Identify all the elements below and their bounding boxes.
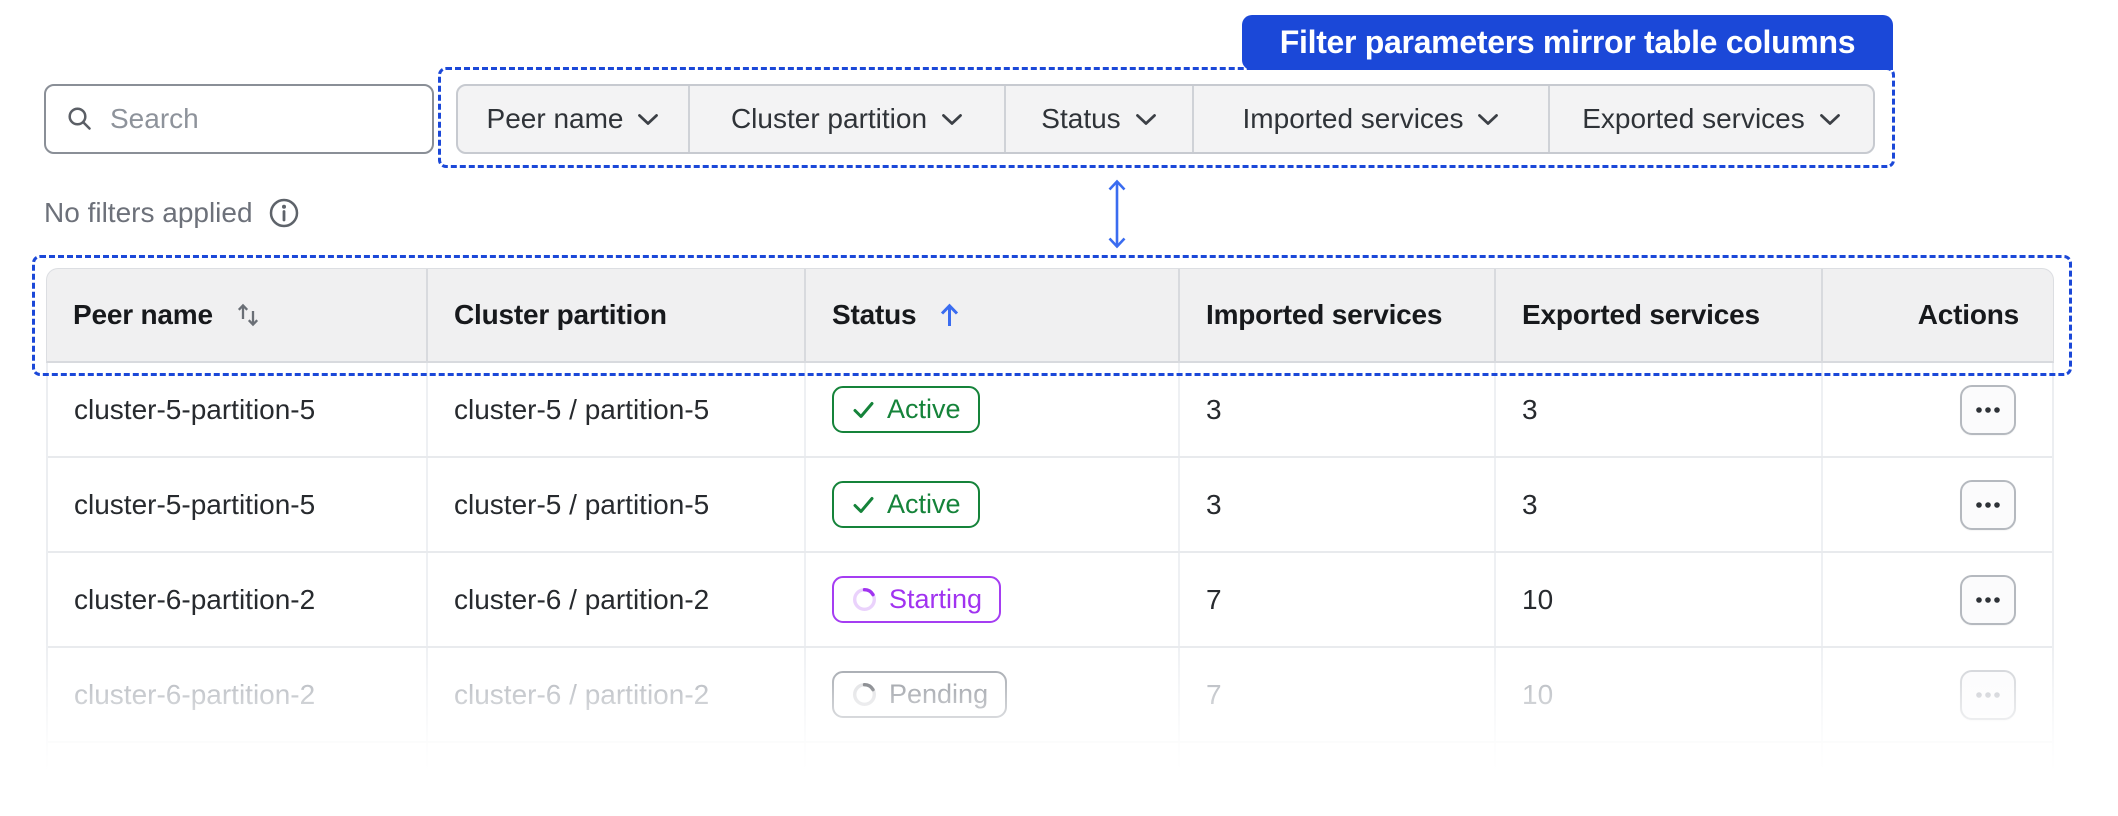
cell-cluster-partition: cluster-5 / partition-5 (428, 458, 806, 551)
column-header-actions: Actions (1823, 269, 2053, 361)
cell-actions (1823, 648, 2052, 741)
cell-imported-services: 7 (1180, 648, 1496, 741)
cell-status: Starting (806, 553, 1180, 646)
cell-peer-name: cluster-5-partition-5 (48, 458, 428, 551)
mirror-arrow-icon (1108, 179, 1126, 249)
filter-chip-label: Cluster partition (730, 103, 928, 134)
ellipsis-icon (1976, 691, 2000, 698)
status-badge: Active (832, 481, 980, 528)
cell-peer-name (48, 743, 428, 790)
cell-peer-name: cluster-6-partition-2 (48, 553, 428, 646)
cell-actions (1823, 458, 2052, 551)
annotation-banner: Filter parameters mirror table columns (1242, 15, 1893, 70)
cell-peer-name: cluster-6-partition-2 (48, 648, 428, 741)
search-icon (68, 107, 91, 130)
column-header-label: Exported services (1522, 299, 1760, 330)
column-header-label: Actions (1917, 299, 2019, 330)
cell-peer-name: cluster-5-partition-5 (48, 363, 428, 456)
cell-cluster-partition: cluster-5 / partition-5 (428, 363, 806, 456)
cell-exported-services: 10 (1496, 553, 1823, 646)
row-actions-button[interactable] (1960, 669, 2016, 720)
cell-actions (1823, 743, 2052, 790)
column-header-peer-name[interactable]: Peer name (47, 269, 428, 361)
column-header-exported-services: Exported services (1496, 269, 1823, 361)
filter-chip-status[interactable]: Status (1006, 86, 1194, 152)
page: Filter parameters mirror table columns P… (0, 0, 2118, 816)
cell-actions (1823, 363, 2052, 456)
column-header-label: Peer name (73, 299, 213, 330)
table-row: cluster-6-partition-2 cluster-6 / partit… (48, 648, 2052, 743)
spinner-icon (852, 587, 877, 612)
cell-exported-services: 10 (1496, 648, 1823, 741)
ellipsis-icon (1976, 596, 2000, 603)
cell-exported-services: 3 (1496, 458, 1823, 551)
filter-chip-exported-services[interactable]: Exported services (1550, 86, 1873, 152)
filter-chip-peer-name[interactable]: Peer name (458, 86, 690, 152)
cell-status: Active (806, 458, 1180, 551)
status-badge: Pending (832, 671, 1008, 718)
filters-status-label: No filters applied (44, 197, 253, 228)
cell-cluster-partition (428, 743, 806, 790)
chevron-down-icon (1819, 113, 1840, 125)
filter-chip-label: Imported services (1242, 103, 1464, 134)
check-icon (853, 402, 874, 418)
cell-cluster-partition: cluster-6 / partition-2 (428, 553, 806, 646)
status-label: Starting (889, 584, 983, 614)
chevron-down-icon (1478, 113, 1499, 125)
table-row: cluster-5-partition-5 cluster-5 / partit… (48, 363, 2052, 458)
ellipsis-icon (1976, 406, 2000, 413)
cell-cluster-partition: cluster-6 / partition-2 (428, 648, 806, 741)
chevron-down-icon (942, 113, 962, 125)
ellipsis-icon (1976, 501, 2000, 508)
cell-exported-services (1496, 743, 1823, 790)
status-label: Active (887, 489, 961, 519)
filter-chip-label: Status (1041, 103, 1121, 134)
filters-status: No filters applied (44, 193, 301, 233)
cell-imported-services: 7 (1180, 553, 1496, 646)
filter-chip-label: Exported services (1582, 103, 1805, 134)
chevron-down-icon (638, 113, 659, 125)
filter-chip-label: Peer name (486, 103, 624, 134)
table-row: cluster-6-partition-2 cluster-6 / partit… (48, 553, 2052, 648)
row-actions-button[interactable] (1960, 574, 2016, 625)
info-icon[interactable] (267, 196, 301, 230)
search-input[interactable] (110, 103, 412, 135)
table-header-row: Peer name Cluster partition Status Impor… (46, 268, 2054, 363)
column-header-label: Imported services (1206, 299, 1443, 330)
column-header-status[interactable]: Status (806, 269, 1180, 361)
table-row-cutoff (48, 743, 2052, 790)
cell-imported-services: 3 (1180, 363, 1496, 456)
row-actions-button[interactable] (1960, 384, 2016, 435)
check-icon (853, 497, 874, 513)
table-body: cluster-5-partition-5 cluster-5 / partit… (46, 363, 2054, 790)
status-badge: Active (832, 386, 980, 433)
cell-imported-services (1180, 743, 1496, 790)
cell-status (806, 743, 1180, 790)
column-header-imported-services: Imported services (1180, 269, 1496, 361)
spinner-icon (852, 682, 877, 707)
peers-table: Peer name Cluster partition Status Impor… (46, 268, 2054, 790)
sort-both-icon[interactable] (235, 301, 261, 329)
row-actions-button[interactable] (1960, 479, 2016, 530)
cell-imported-services: 3 (1180, 458, 1496, 551)
search-box[interactable] (44, 84, 434, 154)
status-label: Active (887, 394, 961, 424)
column-header-cluster-partition: Cluster partition (428, 269, 806, 361)
column-header-label: Cluster partition (454, 299, 667, 330)
status-label: Pending (889, 679, 989, 709)
filter-chip-imported-services[interactable]: Imported services (1194, 86, 1550, 152)
cell-exported-services: 3 (1496, 363, 1823, 456)
cell-actions (1823, 553, 2052, 646)
chevron-down-icon (1135, 113, 1156, 125)
sort-asc-icon[interactable] (938, 300, 961, 330)
column-header-label: Status (832, 299, 917, 330)
filter-chip-cluster-partition[interactable]: Cluster partition (690, 86, 1006, 152)
filter-chip-group: Peer name Cluster partition Status Impor… (456, 84, 1875, 154)
status-badge: Starting (832, 576, 1002, 623)
cell-status: Pending (806, 648, 1180, 741)
table-row: cluster-5-partition-5 cluster-5 / partit… (48, 458, 2052, 553)
cell-status: Active (806, 363, 1180, 456)
